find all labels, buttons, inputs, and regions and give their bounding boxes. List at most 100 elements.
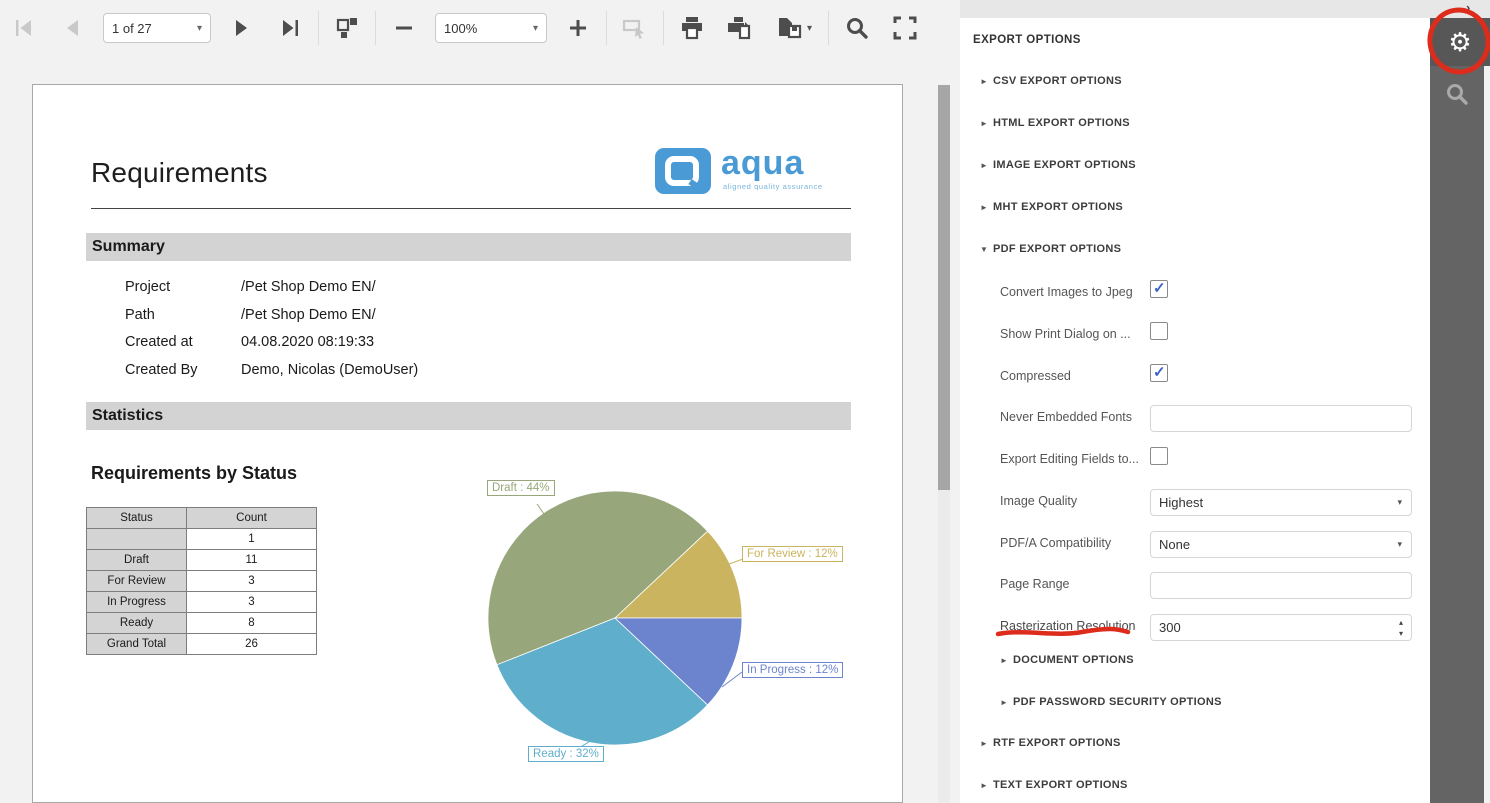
pie-callout-label: In Progress : 12% [742, 662, 843, 678]
triangle-right-icon: ► [980, 781, 993, 790]
checkbox-export-editing-fields-to-[interactable] [1150, 447, 1168, 465]
triangle-right-icon: ► [1000, 656, 1013, 665]
summary-field-label: Path [125, 307, 241, 335]
checkbox-convert-images-to-jpeg[interactable] [1150, 280, 1168, 298]
toolbar-separator [663, 11, 664, 45]
section-pdf-export-options[interactable]: ▼PDF EXPORT OPTIONS [980, 243, 1121, 255]
section-label: CSV EXPORT OPTIONS [993, 75, 1122, 87]
first-page-button[interactable] [7, 11, 41, 45]
summary-field-label: Created at [125, 334, 241, 362]
aqua-logo: aqua aligned quality assurance [655, 148, 855, 198]
select-pdf-a-compatibility[interactable]: None ▾ [1150, 531, 1412, 558]
summary-heading: Summary [86, 233, 851, 261]
section-label: HTML EXPORT OPTIONS [993, 117, 1130, 129]
multipage-view-button[interactable] [330, 11, 364, 45]
aqua-logo-q-icon [665, 156, 699, 186]
status-cell [87, 529, 187, 550]
previous-page-button[interactable] [55, 11, 89, 45]
chevron-down-icon: ▾ [807, 23, 812, 34]
export-button[interactable]: ▾ [771, 11, 817, 45]
search-tab-icon [1444, 81, 1470, 107]
summary-field-value: 04.08.2020 08:19:33 [241, 334, 374, 362]
zoom-select-value: 100% [444, 21, 477, 36]
search-button[interactable] [840, 11, 874, 45]
last-page-icon [278, 16, 302, 40]
viewer-toolbar: 1 of 27 ▾ 100% ▾ ▾ [0, 0, 960, 56]
status-cell: Ready [87, 613, 187, 634]
section-label: TEXT EXPORT OPTIONS [993, 779, 1128, 791]
pie-chart: Draft : 44%For Review : 12%In Progress :… [485, 488, 745, 748]
input-never-embedded-fonts[interactable] [1150, 405, 1412, 432]
first-page-icon [12, 16, 36, 40]
summary-field-label: Created By [125, 362, 241, 390]
checkbox-compressed[interactable] [1150, 364, 1168, 382]
field-label: Page Range [1000, 577, 1148, 591]
fullscreen-button[interactable] [888, 11, 922, 45]
select-image-quality[interactable]: Highest▾ [1150, 489, 1412, 516]
vertical-scrollbar-thumb[interactable] [938, 85, 950, 490]
next-page-button[interactable] [225, 11, 259, 45]
export-options-tab[interactable]: ⚙ [1430, 18, 1490, 66]
checkbox-show-print-dialog-on-[interactable] [1150, 322, 1168, 340]
status-cell: For Review [87, 571, 187, 592]
summary-field-row: Path/Pet Shop Demo EN/ [125, 307, 418, 335]
pie-callout-label: For Review : 12% [742, 546, 843, 562]
search-tab[interactable] [1430, 70, 1484, 118]
vertical-scrollbar[interactable] [938, 85, 950, 803]
summary-field-row: Project/Pet Shop Demo EN/ [125, 279, 418, 307]
section-pdf-password-security-options[interactable]: ►PDF PASSWORD SECURITY OPTIONS [1000, 696, 1222, 708]
table-row: In Progress3 [87, 592, 317, 613]
section-mht-export-options[interactable]: ►MHT EXPORT OPTIONS [980, 201, 1123, 213]
field-label: Compressed [1000, 369, 1148, 383]
count-cell: 3 [187, 571, 317, 592]
section-document-options[interactable]: ►DOCUMENT OPTIONS [1000, 654, 1134, 666]
field-label: PDF/A Compatibility [1000, 536, 1148, 550]
zoom-in-icon [566, 16, 590, 40]
toolbar-separator [606, 11, 607, 45]
spinner-rasterization-resolution[interactable]: 300 ▴▾ [1150, 614, 1412, 641]
section-csv-export-options[interactable]: ►CSV EXPORT OPTIONS [980, 75, 1122, 87]
input-page-range[interactable] [1150, 572, 1412, 599]
report-title: Requirements [91, 157, 268, 189]
statistics-heading: Statistics [86, 402, 851, 430]
section-html-export-options[interactable]: ►HTML EXPORT OPTIONS [980, 117, 1130, 129]
count-cell: 3 [187, 592, 317, 613]
page-select[interactable]: 1 of 27 ▾ [103, 13, 211, 43]
print-button[interactable] [675, 11, 709, 45]
section-image-export-options[interactable]: ►IMAGE EXPORT OPTIONS [980, 159, 1136, 171]
zoom-out-button[interactable] [387, 11, 421, 45]
table-header-cell: Status [87, 508, 187, 529]
print-page-button[interactable] [723, 11, 757, 45]
chevron-down-icon: ▾ [523, 23, 538, 34]
export-options-panel: EXPORT OPTIONS ►CSV EXPORT OPTIONS►HTML … [960, 18, 1430, 803]
zoom-in-button[interactable] [561, 11, 595, 45]
zoom-select[interactable]: 100% ▾ [435, 13, 547, 43]
export-icon [776, 15, 804, 41]
section-label: RTF EXPORT OPTIONS [993, 737, 1121, 749]
triangle-right-icon: ► [980, 161, 993, 170]
last-page-button[interactable] [273, 11, 307, 45]
fullscreen-icon [892, 15, 918, 41]
statistics-subtitle: Requirements by Status [91, 463, 297, 484]
title-divider [91, 208, 851, 209]
chevron-down-icon: ▾ [1397, 539, 1402, 550]
panel-collapse-chevron[interactable]: › [1466, 0, 1482, 16]
toolbar-separator [375, 11, 376, 45]
count-cell: 11 [187, 550, 317, 571]
table-row: 1 [87, 529, 317, 550]
chevron-down-icon: ▾ [1397, 497, 1402, 508]
count-cell: 1 [187, 529, 317, 550]
summary-field-value: /Pet Shop Demo EN/ [241, 307, 376, 335]
select-value: None [1159, 537, 1190, 552]
triangle-down-icon: ▼ [980, 245, 993, 254]
section-text-export-options[interactable]: ►TEXT EXPORT OPTIONS [980, 779, 1128, 791]
chevron-down-icon: ▾ [187, 23, 202, 34]
toolbar-separator [828, 11, 829, 45]
multipage-view-icon [335, 16, 359, 40]
highlight-editing-fields-button[interactable] [618, 11, 652, 45]
table-row: Draft11 [87, 550, 317, 571]
section-rtf-export-options[interactable]: ►RTF EXPORT OPTIONS [980, 737, 1121, 749]
spinner-value: 300 [1159, 620, 1181, 635]
field-label: Image Quality [1000, 494, 1148, 508]
spinner-arrows[interactable]: ▴▾ [1399, 617, 1403, 639]
